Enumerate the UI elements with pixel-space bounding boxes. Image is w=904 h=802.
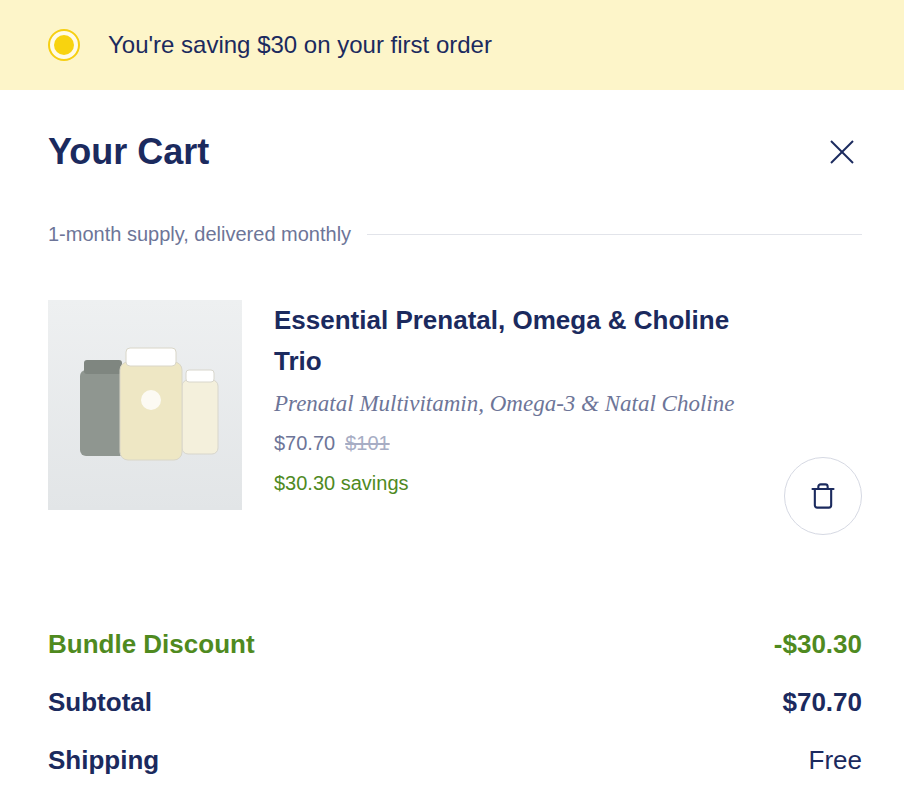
- summary-value: -$30.30: [774, 629, 862, 660]
- product-photo-icon: [60, 340, 230, 470]
- summary-row: Shipping Free: [48, 731, 862, 789]
- summary-value: $70.70: [782, 687, 862, 718]
- item-savings: $30.30 savings: [274, 468, 752, 498]
- remove-button[interactable]: [784, 457, 862, 535]
- item-name: Essential Prenatal, Omega & Choline Trio: [274, 300, 752, 382]
- cart-title: Your Cart: [48, 131, 209, 173]
- banner-text: You're saving $30 on your first order: [108, 31, 492, 59]
- cart-item: Essential Prenatal, Omega & Choline Trio…: [48, 300, 862, 535]
- summary-row: Bundle Discount -$30.30: [48, 615, 862, 673]
- plan-row: 1-month supply, delivered monthly: [48, 220, 862, 248]
- summary-value: Free: [809, 745, 862, 776]
- trash-icon: [809, 482, 837, 510]
- item-description: Prenatal Multivitamin, Omega-3 & Natal C…: [274, 386, 752, 422]
- item-price: $70.70: [274, 428, 335, 458]
- cart-panel: Your Cart 1-month supply, delivered month…: [0, 90, 904, 802]
- order-summary: Bundle Discount -$30.30 Subtotal $70.70 Ship…: [48, 615, 862, 789]
- summary-label: Subtotal: [48, 687, 152, 718]
- original-price: $101: [345, 428, 390, 458]
- status-dot-icon: [48, 29, 80, 61]
- price-row: $70.70 $101: [274, 428, 752, 458]
- close-icon: [829, 139, 855, 165]
- product-image: [48, 300, 242, 510]
- close-button[interactable]: [822, 132, 862, 172]
- summary-label: Shipping: [48, 745, 159, 776]
- summary-row: Subtotal $70.70: [48, 673, 862, 731]
- divider: [367, 234, 862, 235]
- cart-page: You're saving $30 on your first order You…: [0, 0, 904, 802]
- summary-label: Bundle Discount: [48, 629, 255, 660]
- plan-text: 1-month supply, delivered monthly: [48, 223, 351, 246]
- item-info: Essential Prenatal, Omega & Choline Trio…: [274, 300, 752, 498]
- cart-header: Your Cart: [48, 128, 862, 176]
- savings-banner: You're saving $30 on your first order: [0, 0, 904, 90]
